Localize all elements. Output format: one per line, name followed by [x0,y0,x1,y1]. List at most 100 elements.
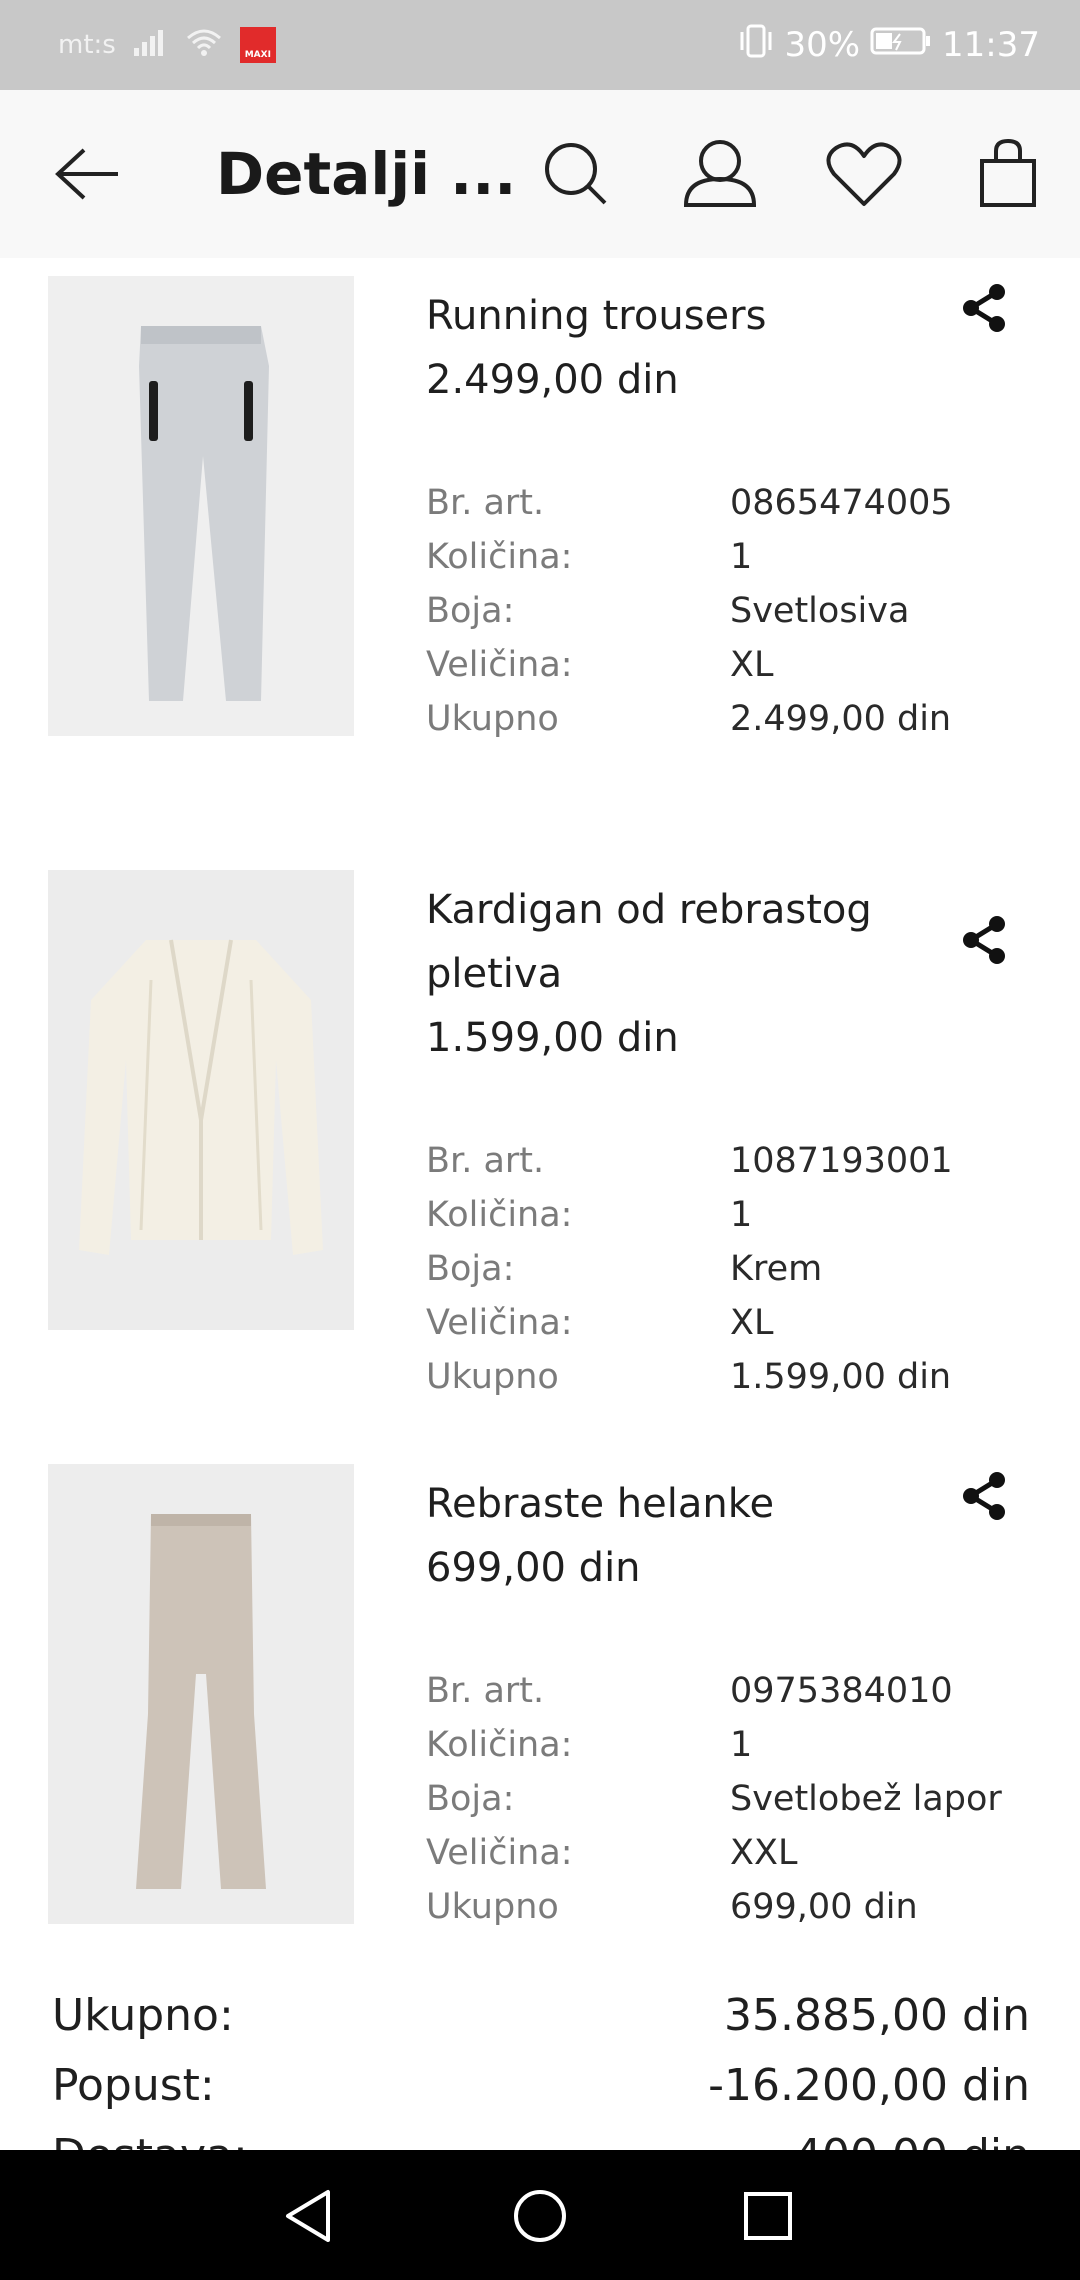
detail-label: Boja: [426,1249,515,1289]
product-image[interactable] [48,1464,354,1924]
clock: 11:37 [942,25,1040,65]
summary-row-subtotal: Ukupno: 35.885,00 din [52,1980,1030,2050]
account-button[interactable] [676,130,764,218]
product-details: Br. art. 0865474005 Količina: 1 Boja: Svetl… [426,476,1046,746]
detail-row-total: Ukupno 2.499,00 din [426,692,1046,746]
detail-label: Boja: [426,1779,515,1819]
share-icon [963,284,1005,332]
detail-label: Veličina: [426,1303,573,1343]
detail-row-size: Veličina: XXL [426,1826,1046,1880]
search-icon [545,143,607,205]
summary-row-delivery: Dostava: 400,00 din [52,2120,1030,2151]
summary-row-discount: Popust: -16.200,00 din [52,2050,1030,2120]
summary-label: Ukupno: [52,1989,234,2041]
detail-value: XL [730,1303,774,1343]
detail-value: 1 [730,1725,753,1765]
detail-label: Boja: [426,591,515,631]
detail-row-quantity: Količina: 1 [426,1718,1046,1772]
product-name[interactable]: Kardigan od rebrastog pletiva [426,878,926,1006]
detail-value: XL [730,645,774,685]
detail-value: 1 [730,1195,753,1235]
share-button[interactable] [954,278,1014,338]
share-icon [963,916,1005,964]
detail-value: 0975384010 [730,1671,953,1711]
product-name[interactable]: Rebraste helanke [426,1472,926,1536]
product-details: Br. art. 1087193001 Količina: 1 Boja: Krem … [426,1134,1046,1404]
detail-value: Krem [730,1249,823,1289]
summary-label: Popust: [52,2059,215,2111]
detail-label: Ukupno [426,1887,559,1927]
detail-row-color: Boja: Svetlosiva [426,584,1046,638]
favorites-button[interactable] [820,130,908,218]
detail-value: 2.499,00 din [730,699,952,739]
carrier-label: mt:s [58,30,116,60]
detail-label: Količina: [426,1195,573,1235]
detail-value: 1087193001 [730,1141,953,1181]
nav-back-button[interactable] [272,2180,344,2252]
signal-icon [133,26,168,64]
battery-percent: 30% [784,25,861,65]
product-image[interactable] [48,870,354,1330]
detail-row-color: Boja: Svetlobež lapor [426,1772,1046,1826]
detail-label: Br. art. [426,1671,545,1711]
shopping-bag-icon [980,139,1036,207]
detail-row-total: Ukupno 699,00 din [426,1880,1046,1934]
detail-value: 699,00 din [730,1887,918,1927]
nav-recents-button[interactable] [732,2180,804,2252]
detail-value: 1.599,00 din [730,1357,952,1397]
status-right: 30% 11:37 [738,0,1040,90]
app-header: Detalji ... [0,90,1080,258]
nav-home-button[interactable] [504,2180,576,2252]
product-price: 2.499,00 din [426,357,679,403]
detail-label: Ukupno [426,699,559,739]
detail-row-quantity: Količina: 1 [426,1188,1046,1242]
back-arrow-icon [55,148,118,200]
battery-icon [870,25,932,65]
account-icon [683,140,757,207]
back-button[interactable] [48,134,128,214]
detail-label: Veličina: [426,645,573,685]
detail-label: Br. art. [426,1141,545,1181]
wifi-icon [186,26,222,64]
detail-row-article: Br. art. 1087193001 [426,1134,1046,1188]
detail-value: 1 [730,537,753,577]
summary-value: 400,00 din [794,2130,1030,2151]
system-nav-bar [0,2150,1080,2280]
detail-row-size: Veličina: XL [426,638,1046,692]
detail-label: Ukupno [426,1357,559,1397]
summary-value: -16.200,00 din [708,2059,1030,2111]
order-summary: Ukupno: 35.885,00 din Popust: -16.200,00… [0,1980,1080,2151]
summary-label: Dostava: [52,2130,248,2151]
share-button[interactable] [954,910,1014,970]
maxi-app-icon: MAXI [239,27,276,63]
summary-value: 35.885,00 din [724,1989,1030,2041]
cart-button[interactable] [964,130,1052,218]
detail-row-quantity: Količina: 1 [426,530,1046,584]
product-price: 1.599,00 din [426,1015,679,1061]
square-recents-icon [744,2192,792,2240]
detail-row-size: Veličina: XL [426,1296,1046,1350]
detail-label: Količina: [426,1725,573,1765]
share-button[interactable] [954,1466,1014,1526]
detail-label: Količina: [426,537,573,577]
product-name[interactable]: Running trousers [426,284,926,348]
status-left: mt:s MAXI [58,0,276,90]
product-image[interactable] [48,276,354,736]
detail-row-color: Boja: Krem [426,1242,1046,1296]
detail-value: Svetlosiva [730,591,910,631]
cardigan-image [79,939,323,1255]
status-bar: mt:s MAXI 30% 11:37 [0,0,1080,90]
search-button[interactable] [532,130,620,218]
trousers-image [139,326,269,701]
detail-value: Svetlobež lapor [730,1779,1002,1819]
leggings-image [136,1514,266,1889]
share-icon [963,1472,1005,1520]
detail-label: Br. art. [426,483,545,523]
detail-row-total: Ukupno 1.599,00 din [426,1350,1046,1404]
detail-label: Veličina: [426,1833,573,1873]
detail-value: XXL [730,1833,798,1873]
heart-icon [826,142,902,206]
vibrate-icon [738,24,774,67]
product-price: 699,00 din [426,1545,641,1591]
detail-row-article: Br. art. 0975384010 [426,1664,1046,1718]
